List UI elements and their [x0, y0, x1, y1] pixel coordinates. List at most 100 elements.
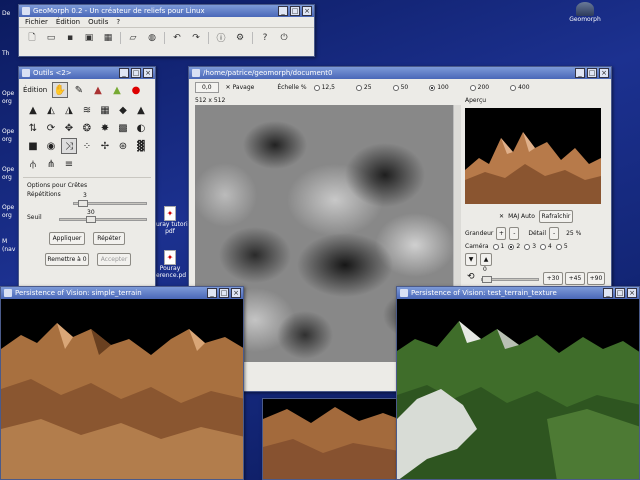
pdf-file-icon[interactable]: ✦ Pouray ference.pd	[152, 250, 188, 279]
minimize-button[interactable]: _	[207, 288, 217, 298]
cells-tool-icon[interactable]: ⊛	[115, 138, 131, 154]
camera-option-3[interactable]: 3	[524, 243, 536, 250]
camera-up-button[interactable]: ▲	[480, 253, 492, 266]
repeat-button[interactable]: Répéter	[93, 232, 125, 245]
record-icon[interactable]: ●	[128, 82, 144, 98]
geomorph-desktop-icon[interactable]: Geomorph	[568, 2, 602, 23]
menu-outils[interactable]: Outils	[88, 17, 108, 27]
texture-tool-icon[interactable]: ▓	[133, 138, 149, 154]
crater-tool-icon[interactable]: ❂	[79, 120, 95, 136]
blur-tool-icon[interactable]: ◉	[43, 138, 59, 154]
contour-tool-icon[interactable]: ◐	[133, 120, 149, 136]
info-icon[interactable]: ⓘ	[214, 31, 228, 44]
menu-fichier[interactable]: Fichier	[25, 17, 48, 27]
maximize-button[interactable]: □	[290, 6, 300, 16]
help-icon[interactable]: ?	[258, 31, 272, 44]
scale-option-50[interactable]: 50	[392, 84, 408, 91]
grandeur-minus-button[interactable]: -	[509, 227, 520, 240]
save-icon[interactable]: ▪	[63, 31, 77, 44]
open-file-icon[interactable]: ▭	[44, 31, 58, 44]
maximize-button[interactable]: □	[615, 288, 625, 298]
slider-knob[interactable]	[86, 216, 96, 223]
minimize-button[interactable]: _	[119, 68, 129, 78]
branch-tool-icon[interactable]: ⫛	[25, 156, 41, 172]
minimize-button[interactable]: _	[603, 288, 613, 298]
steps-tool-icon[interactable]: ≡	[61, 156, 77, 172]
square-tool-icon[interactable]: ■	[25, 138, 41, 154]
preferences-icon[interactable]: ⚙	[233, 31, 247, 44]
refresh-button[interactable]: Rafraîchir	[538, 210, 573, 223]
save-as-icon[interactable]: ▣	[82, 31, 96, 44]
stop-icon[interactable]: ◍	[145, 31, 159, 44]
camera-option-2[interactable]: 2	[508, 243, 520, 250]
scale-option-25[interactable]: 25	[355, 84, 372, 91]
pov-right-titlebar[interactable]: Persistence of Vision: test_terrain_text…	[397, 287, 639, 299]
close-button[interactable]: ×	[231, 288, 241, 298]
mountain-tool-icon[interactable]: ▲	[133, 102, 149, 118]
reset-button[interactable]: Remettre à 0	[45, 253, 89, 266]
camera-option-5[interactable]: 5	[555, 243, 568, 250]
maximize-button[interactable]: □	[131, 68, 141, 78]
new-file-icon[interactable]: 🗋	[25, 31, 39, 44]
maximize-button[interactable]: □	[587, 68, 597, 78]
scale-option-400[interactable]: 400	[510, 84, 530, 91]
window-menu-icon[interactable]	[400, 289, 408, 297]
rotate-tool-icon[interactable]: ⟳	[43, 120, 59, 136]
window-menu-icon[interactable]	[22, 7, 30, 15]
star-tool-icon[interactable]: ✸	[97, 120, 113, 136]
close-button[interactable]: ×	[302, 6, 312, 16]
seuil-slider[interactable]	[59, 216, 147, 223]
pdf-file-icon[interactable]: ✦ ouray tutori pdf	[152, 206, 188, 235]
maximize-button[interactable]: □	[219, 288, 229, 298]
minimize-button[interactable]: _	[278, 6, 288, 16]
grid-tool-icon[interactable]: ▩	[115, 120, 131, 136]
undo-icon[interactable]: ↶	[170, 31, 184, 44]
menu-help[interactable]: ?	[116, 17, 120, 27]
maj-auto-checkbox[interactable]: ✕	[499, 213, 504, 220]
close-button[interactable]: ×	[143, 68, 153, 78]
peak-tool-icon[interactable]: ▲	[25, 102, 41, 118]
terrain-tool-icon[interactable]: ▲	[90, 82, 106, 98]
scale-option-12-5[interactable]: 12,5	[313, 84, 335, 91]
accept-button[interactable]: Accepter	[97, 253, 131, 266]
scale-option-100[interactable]: 100	[429, 84, 449, 91]
noise-tool-icon[interactable]: ▦	[97, 102, 113, 118]
window-menu-icon[interactable]	[22, 69, 30, 77]
rotate-plus-30-button[interactable]: +30	[543, 272, 563, 285]
cone-tool-icon[interactable]: ◮	[61, 102, 77, 118]
slider-knob[interactable]	[482, 276, 492, 283]
rotation-slider[interactable]	[481, 276, 539, 283]
camera-down-button[interactable]: ▼	[465, 253, 477, 266]
close-button[interactable]: ×	[627, 288, 637, 298]
camera-option-4[interactable]: 4	[540, 243, 552, 250]
camera-option-1[interactable]: 1	[492, 243, 504, 250]
hill-tool-icon[interactable]: ◭	[43, 102, 59, 118]
pavage-checkbox[interactable]: ✕ Pavage	[226, 84, 255, 91]
terrain-color-icon[interactable]: ▲	[109, 82, 125, 98]
pencil-tool-icon[interactable]: ✎	[71, 82, 87, 98]
open-folder-icon[interactable]: ▱	[126, 31, 140, 44]
slider-knob[interactable]	[78, 200, 88, 207]
wave-tool-icon[interactable]: ≋	[79, 102, 95, 118]
move-tool-icon[interactable]: ✥	[61, 120, 77, 136]
scale-option-200[interactable]: 200	[469, 84, 489, 91]
detail-minus-button[interactable]: -	[549, 227, 560, 240]
repetitions-slider[interactable]	[73, 200, 147, 207]
bump-tool-icon[interactable]: ◆	[115, 102, 131, 118]
flip-tool-icon[interactable]: ⇅	[25, 120, 41, 136]
window-menu-icon[interactable]	[4, 289, 12, 297]
redo-icon[interactable]: ↷	[189, 31, 203, 44]
apply-button[interactable]: Appliquer	[49, 232, 85, 245]
save-all-icon[interactable]: ▦	[101, 31, 115, 44]
main-window-titlebar[interactable]: GeoMorph 0.2 - Un créateur de reliefs po…	[19, 5, 314, 17]
scatter-tool-icon[interactable]: ⁘	[79, 138, 95, 154]
window-menu-icon[interactable]	[192, 69, 200, 77]
menu-edition[interactable]: Édition	[56, 17, 80, 27]
erosion-tool-icon[interactable]: ✢	[97, 138, 113, 154]
rotate-plus-45-button[interactable]: +45	[565, 272, 585, 285]
tools-window-titlebar[interactable]: Outils <2> _ □ ×	[19, 67, 155, 79]
rotate-plus-90-button[interactable]: +90	[587, 272, 605, 285]
grandeur-plus-button[interactable]: +	[496, 227, 507, 240]
pov-left-titlebar[interactable]: Persistence of Vision: simple_terrain _ …	[1, 287, 243, 299]
smooth-tool-icon[interactable]: ✋	[52, 82, 68, 98]
